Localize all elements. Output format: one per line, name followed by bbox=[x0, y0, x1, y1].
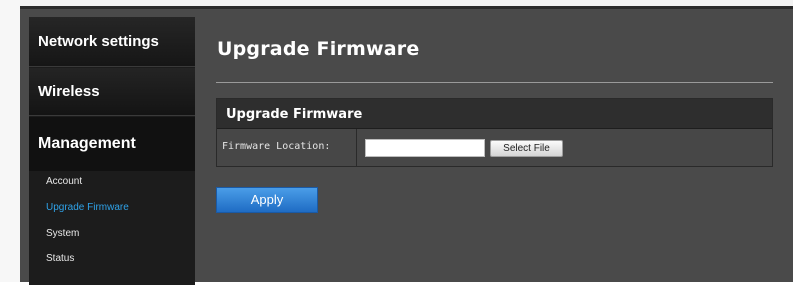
left-gutter bbox=[0, 0, 20, 282]
table-title: Upgrade Firmware bbox=[226, 107, 363, 122]
page-background: Network settings Wireless Management Acc… bbox=[0, 0, 793, 285]
sidebar-section-wireless[interactable]: Wireless bbox=[29, 68, 195, 116]
firmware-location-label: Firmware Location: bbox=[222, 141, 331, 152]
sidebar-item-upgrade-firmware[interactable]: Upgrade Firmware bbox=[46, 202, 129, 213]
sidebar-item-status[interactable]: Status bbox=[46, 253, 74, 264]
title-divider bbox=[216, 82, 773, 83]
table-header: Upgrade Firmware bbox=[217, 99, 772, 129]
select-file-button[interactable]: Select File bbox=[490, 140, 563, 157]
sidebar-section-network-settings[interactable]: Network settings bbox=[29, 17, 195, 67]
sidebar-item-account[interactable]: Account bbox=[46, 176, 82, 187]
sidebar-item-system[interactable]: System bbox=[46, 228, 79, 239]
sidebar: Network settings Wireless Management Acc… bbox=[29, 17, 195, 285]
router-admin-panel: Network settings Wireless Management Acc… bbox=[20, 6, 793, 285]
apply-button[interactable]: Apply bbox=[216, 187, 318, 213]
upgrade-firmware-table: Upgrade Firmware Firmware Location: Sele… bbox=[216, 98, 773, 167]
firmware-location-input[interactable] bbox=[365, 139, 485, 157]
table-row: Firmware Location: Select File bbox=[217, 129, 772, 166]
page-title: Upgrade Firmware bbox=[217, 38, 420, 60]
sidebar-section-management[interactable]: Management bbox=[29, 117, 195, 171]
label-cell: Firmware Location: bbox=[217, 129, 357, 166]
